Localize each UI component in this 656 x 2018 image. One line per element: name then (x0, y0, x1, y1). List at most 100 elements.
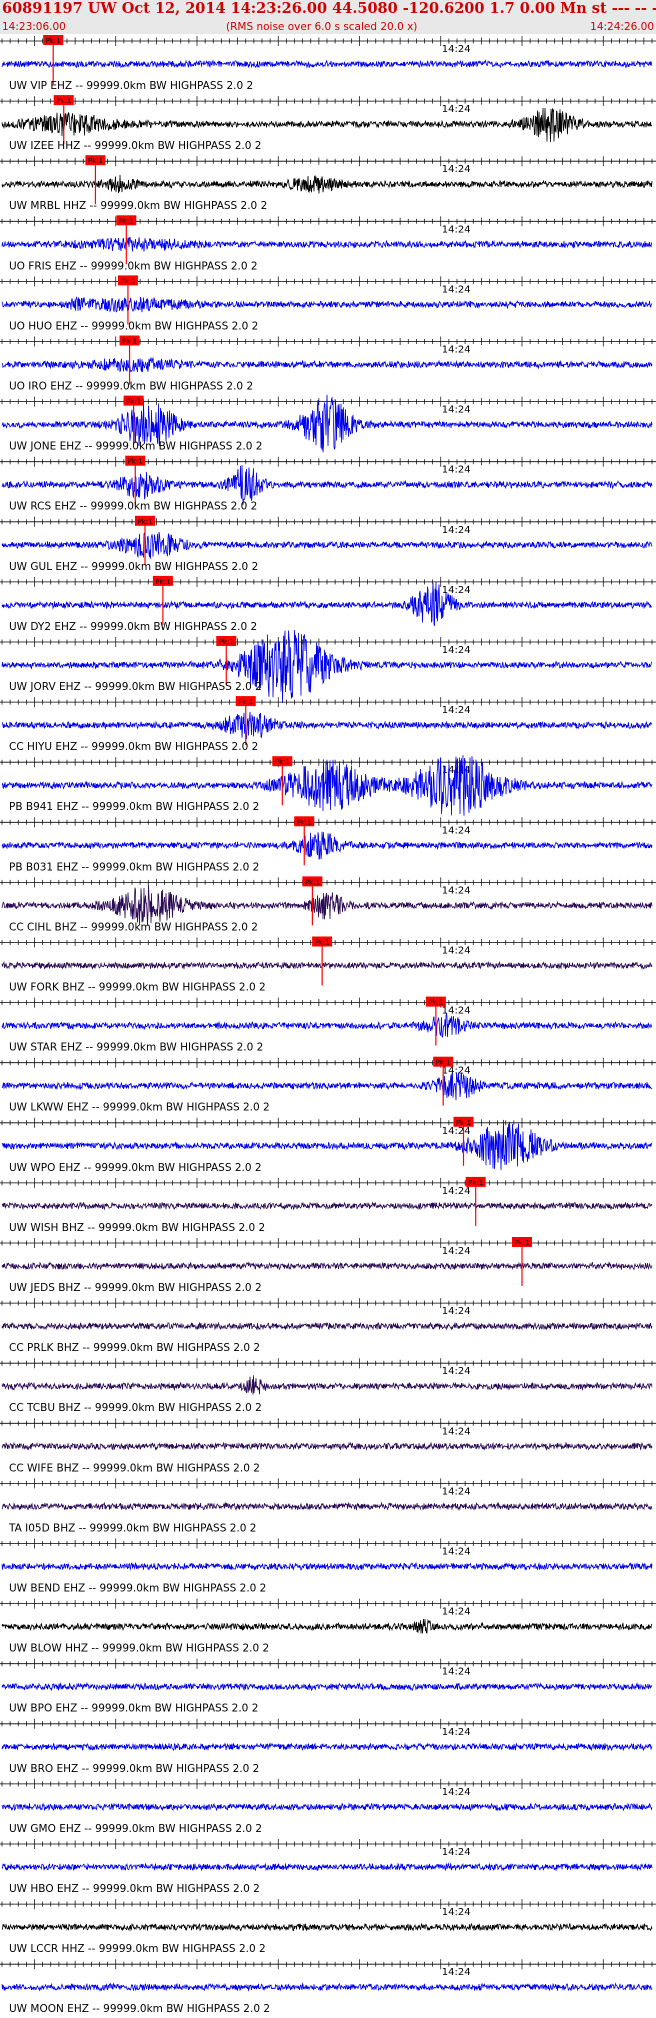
channel-panel: 14:24Pk:1UW DY2 EHZ -- 99999.0km BW HIGH… (0, 575, 656, 633)
waveform-trace (1, 1501, 653, 1512)
waveform-trace (1, 1802, 653, 1812)
pick-label: Pk:1 (122, 338, 137, 346)
channel-label: TA I05D BHZ -- 99999.0km BW HIGHPASS 2.0… (8, 1522, 256, 1534)
channel-label: UW BPO EHZ -- 99999.0km BW HIGHPASS 2.0 … (9, 1703, 258, 1715)
waveform-trace (1, 831, 653, 860)
major-tick-label: 14:24 (442, 1426, 471, 1437)
channel-label: UW LKWW EHZ -- 99999.0km BW HIGHPASS 2.0… (9, 1102, 270, 1114)
major-tick-label: 14:24 (442, 1967, 471, 1978)
major-tick-label: 14:24 (442, 825, 471, 836)
channel-panel: 14:24 Pk:1 UO IRO EHZ -- 99999.0km BW HIGH… (0, 335, 656, 393)
waveform-trace (1, 1375, 653, 1395)
waveform-trace (1, 960, 653, 970)
channel-label: UW IZEE HHZ -- 99999.0km BW HIGHPASS 2.0… (9, 140, 261, 152)
waveform-trace (1, 531, 653, 559)
waveform-trace (1, 465, 653, 505)
channel-label: PB B031 EHZ -- 99999.0km BW HIGHPASS 2.0… (9, 861, 259, 873)
waveform-trace (1, 1862, 653, 1872)
start-time-label: 14:23:06.00 (2, 21, 66, 33)
plot-header: 60891197 UW Oct 12, 2014 14:23:26.00 44.… (0, 0, 656, 34)
channel-panel: 14:24 UW BLOW HHZ -- 99999.0km BW HIGHPAS… (0, 1598, 656, 1655)
channel-label: CC CIHL BHZ -- 99999.0km BW HIGHPASS 2.0… (9, 921, 258, 933)
major-tick-label: 14:24 (442, 44, 471, 55)
channel-panel: 14:24 Pk:1 UW MRBL HHZ -- 99999.0km BW HIG… (0, 155, 656, 212)
major-tick-label: 14:24 (442, 405, 471, 416)
waveform-trace (1, 1922, 653, 1932)
waveform-trace (1, 236, 653, 252)
rms-scale-note: (RMS noise over 6.0 s scaled 20.0 x) (226, 21, 418, 33)
waveform-trace (1, 1681, 653, 1692)
pick-label: Pk:1 (155, 578, 170, 586)
major-tick-label: 14:24 (442, 645, 471, 656)
pick-label: Pk:1 (275, 758, 290, 766)
pick-label: Pk:1 (126, 398, 141, 406)
channel-label: CC TCBU BHZ -- 99999.0km BW HIGHPASS 2.0… (9, 1402, 262, 1414)
channel-panel: 14:24 TA I05D BHZ -- 99999.0km BW HIGHPAS… (0, 1478, 656, 1534)
channel-panel: 14:24 CC TCBU BHZ -- 99999.0km BW HIGHPAS… (0, 1358, 656, 1414)
channel-label: UO IRO EHZ -- 99999.0km BW HIGHPASS 2.0 … (9, 381, 253, 393)
channel-panel: 14:24 Pk:1 PB B031 EHZ -- 99999.0km BW HIG… (0, 816, 656, 873)
waveform-trace (1, 1441, 653, 1451)
pick-label: Pk:1 (128, 458, 143, 466)
major-tick-label: 14:24 (442, 885, 471, 896)
channel-label: UW MRBL HHZ -- 99999.0km BW HIGHPASS 2.0… (9, 200, 267, 212)
waveform-trace (1, 1072, 653, 1101)
major-tick-label: 14:24 (442, 1547, 471, 1558)
waveform-trace (1, 174, 653, 194)
waveform-trace (1, 711, 653, 740)
channel-panel: 14:24 Pk:1 UW JONE EHZ -- 99999.0km BW HIG… (0, 394, 656, 453)
pick-label: Pk:1 (238, 698, 253, 706)
channel-panel: 14:24 Pk:1 CC HIYU EHZ -- 99999.0km BW HIG… (0, 696, 656, 753)
pick-label: Pk:1 (119, 217, 134, 225)
channel-label: CC HIYU EHZ -- 99999.0km BW HIGHPASS 2.0… (9, 741, 258, 753)
channel-panel: 14:24 Pk:1 UW JEDS BHZ -- 99999.0km BW HIG… (0, 1237, 656, 1294)
channel-label: CC WIFE BHZ -- 99999.0km BW HIGHPASS 2.0… (9, 1462, 260, 1474)
pick-label: Pk:1 (315, 939, 330, 947)
major-tick-label: 14:24 (442, 1486, 471, 1497)
major-tick-label: 14:24 (442, 1186, 471, 1197)
channel-panel: 14:24 UW BEND EHZ -- 99999.0km BW HIGHPAS… (0, 1538, 656, 1595)
channel-panel: 14:24Pk:1 UW WPO EHZ -- 99999.0km BW HIGH… (0, 1116, 656, 1174)
pick-label: Pk:1 (297, 818, 312, 826)
pick-label: Pk:1 (436, 1059, 451, 1067)
major-tick-label: 14:24 (442, 1727, 471, 1738)
pick-label: Pk:1 (88, 157, 103, 165)
channel-label: UW BRO EHZ -- 99999.0km BW HIGHPASS 2.0 … (9, 1763, 259, 1775)
channel-panel: 14:24 Pk:1 UW IZEE HHZ -- 99999.0km BW HIG… (0, 95, 656, 152)
pick-label: Pk:1 (468, 1179, 483, 1187)
major-tick-label: 14:24 (442, 1246, 471, 1257)
channel-panel: 14:24Pk:1UW LKWW EHZ -- 99999.0km BW HIG… (0, 1056, 656, 1114)
channel-label: UO FRIS EHZ -- 99999.0km BW HIGHPASS 2.0… (9, 260, 258, 272)
channel-panel: 14:24 UW BPO EHZ -- 99999.0km BW HIGHPASS… (0, 1658, 656, 1715)
channel-label: UW GMO EHZ -- 99999.0km BW HIGHPASS 2.0 … (9, 1823, 262, 1835)
waveform-trace (1, 582, 653, 626)
channel-label: CC PRLK BHZ -- 99999.0km BW HIGHPASS 2.0… (9, 1342, 260, 1354)
pick-label: Pk:1 (46, 37, 61, 45)
pick-label: Pk:1 (305, 878, 320, 886)
major-tick-label: 14:24 (442, 525, 471, 536)
waveform-trace (1, 1618, 653, 1634)
waveform-trace (1, 58, 653, 69)
channel-panel: 14:24 Pk:1 UW JORV EHZ -- 99999.0km BW HIG… (0, 629, 656, 703)
major-tick-label: 14:24 (442, 345, 471, 356)
channel-label: UW STAR EHZ -- 99999.0km BW HIGHPASS 2.0… (9, 1042, 263, 1054)
channel-panel: 14:24 Pk:1 UW RCS EHZ -- 99999.0km BW HIGH… (0, 455, 656, 513)
channel-label: UW BEND EHZ -- 99999.0km BW HIGHPASS 2.0… (9, 1583, 266, 1595)
channel-label: UW FORK BHZ -- 99999.0km BW HIGHPASS 2.0… (9, 982, 266, 994)
channel-label: UW GUL EHZ -- 99999.0km BW HIGHPASS 2.0 … (9, 561, 258, 573)
channel-panel: 14:24 Pk:1 UO FRIS EHZ -- 99999.0km BW HIG… (0, 215, 656, 272)
channel-panel: 14:24 Pk:1 CC CIHL BHZ -- 99999.0km BW HIG… (0, 876, 656, 933)
major-tick-label: 14:24 (442, 946, 471, 957)
pick-label: Pk:1 (219, 638, 234, 646)
pick-label: Pk:1 (120, 277, 135, 285)
waveform-trace (1, 107, 653, 142)
waveform-trace (1, 1321, 653, 1331)
channel-label: UW LCCR HHZ -- 99999.0km BW HIGHPASS 2.0… (9, 1943, 266, 1955)
channel-panel: 14:24Pk:1PB B941 EHZ -- 99999.0km BW HIG… (0, 755, 656, 816)
major-tick-label: 14:24 (442, 1847, 471, 1858)
pick-label: Pk:1 (56, 97, 71, 105)
major-tick-label: 14:24 (442, 465, 471, 476)
channel-label: UW JEDS BHZ -- 99999.0km BW HIGHPASS 2.0… (9, 1282, 262, 1294)
major-tick-label: 14:24 (442, 104, 471, 115)
channel-panel: 14:24 UW HBO EHZ -- 99999.0km BW HIGHPASS… (0, 1839, 656, 1895)
